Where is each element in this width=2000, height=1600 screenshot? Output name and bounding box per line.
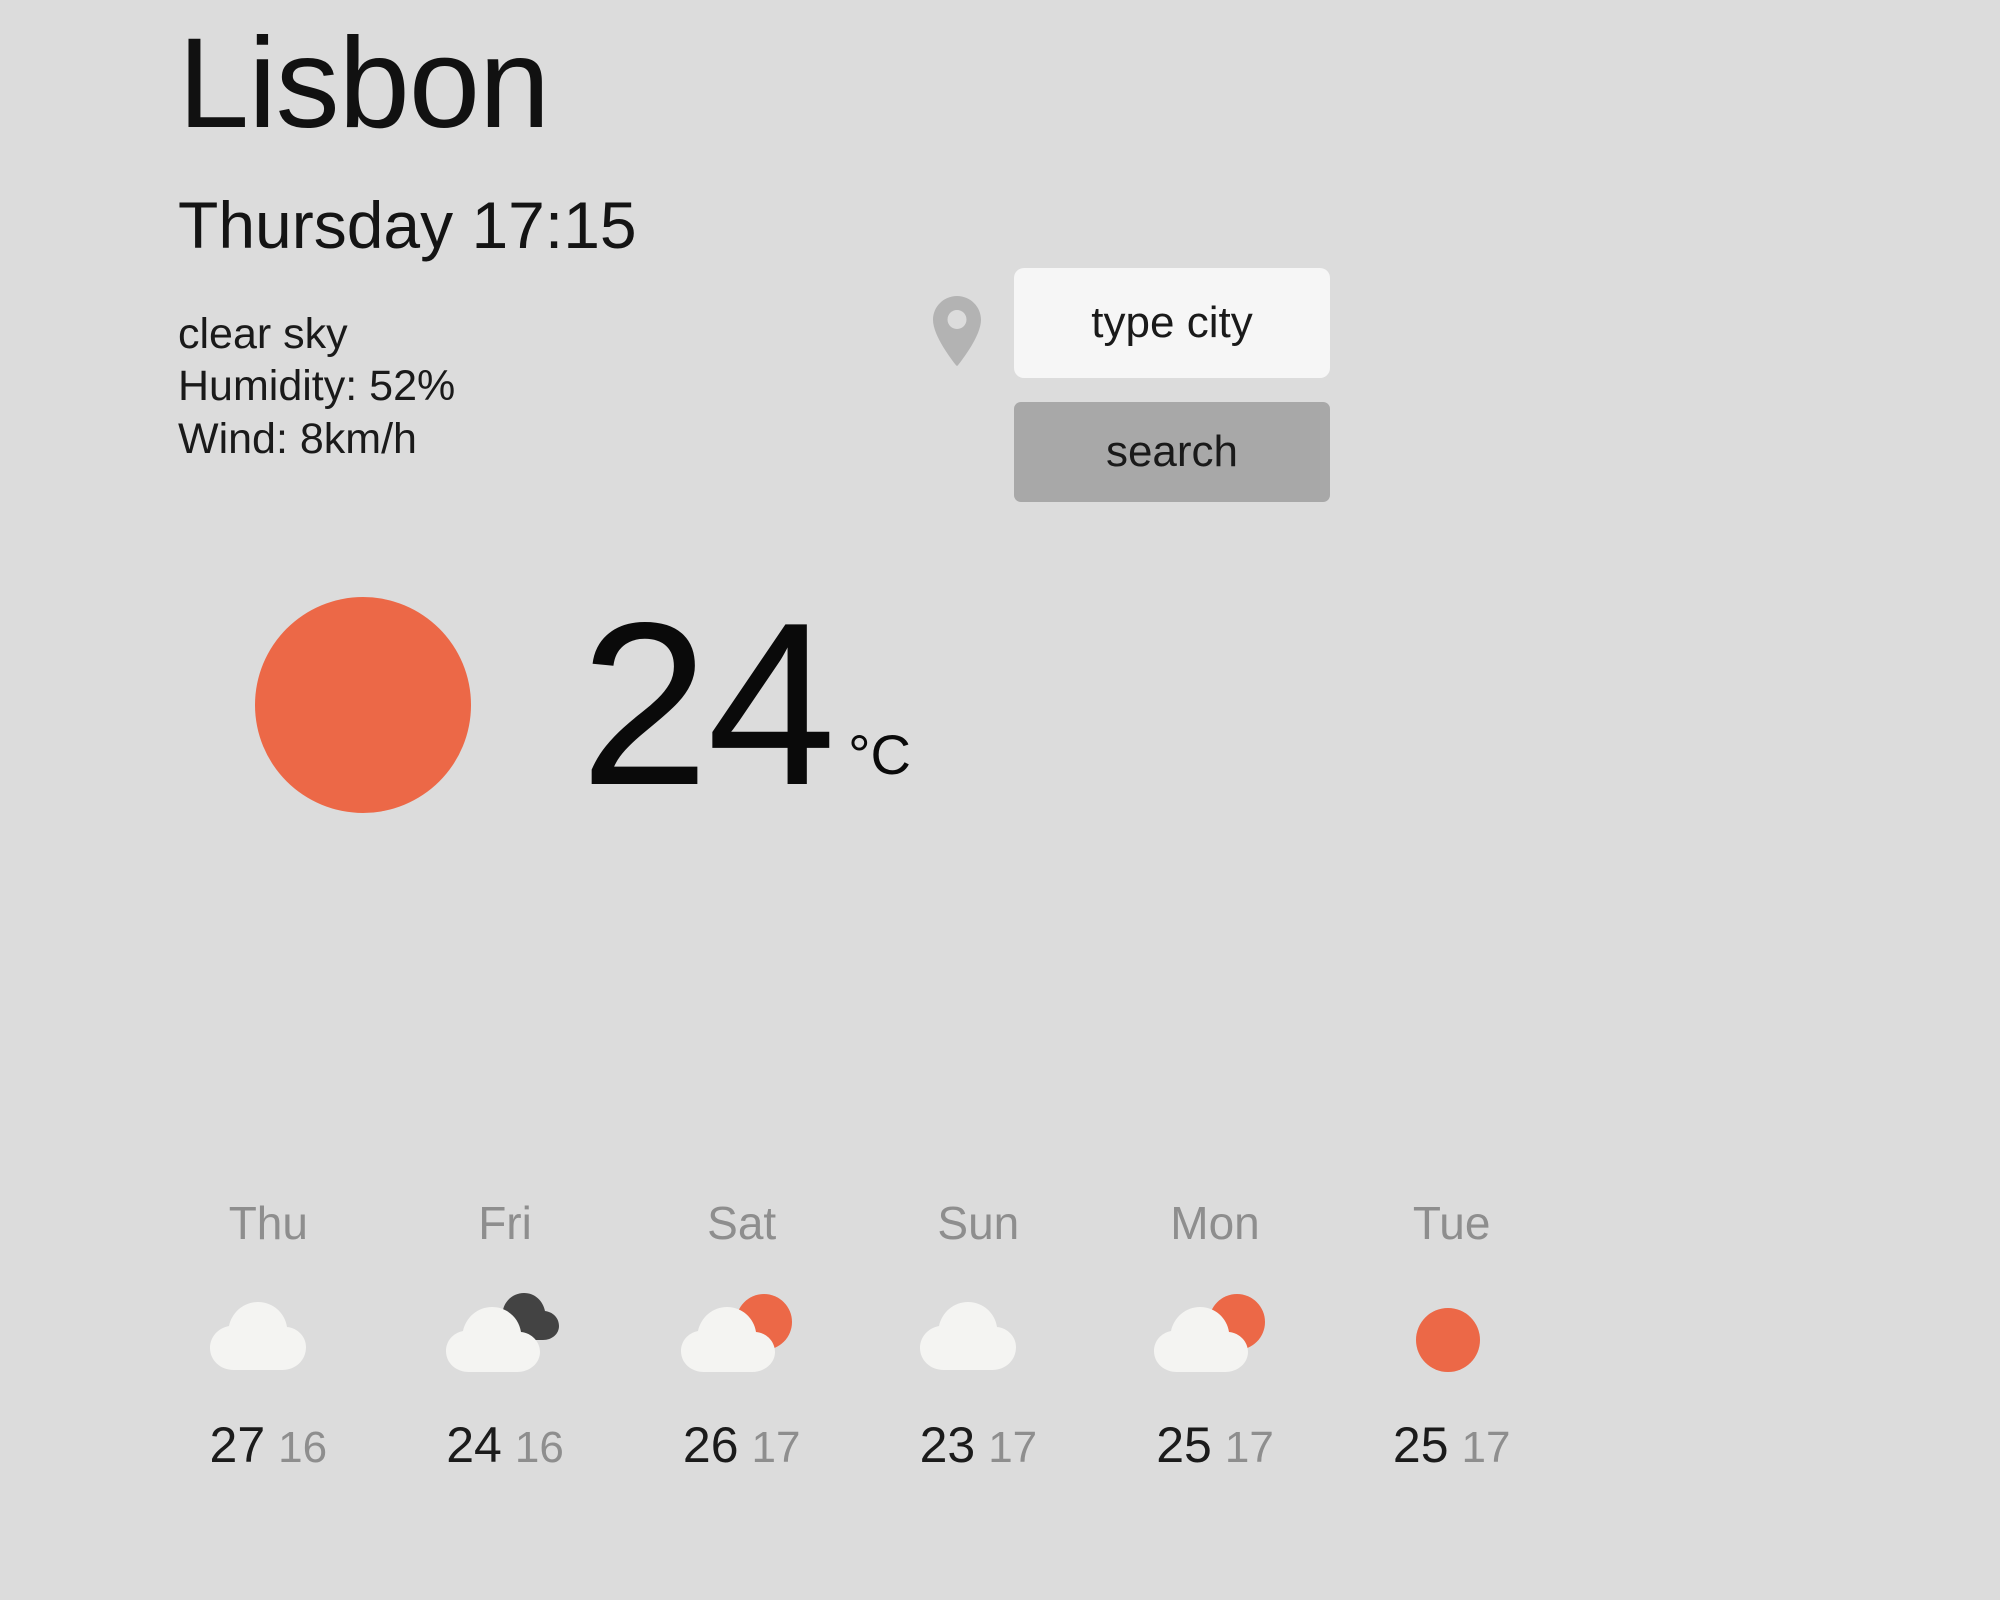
forecast-temps: 25 17	[1393, 1420, 1511, 1470]
forecast-high: 23	[919, 1417, 976, 1473]
current-temperature: 24	[580, 575, 836, 835]
forecast-day-4[interactable]: Mon 25 17	[1097, 1200, 1334, 1470]
wind-label: Wind: 8km/h	[178, 414, 417, 463]
forecast-day-label: Sat	[707, 1197, 777, 1249]
forecast-low: 17	[1461, 1423, 1511, 1472]
cloud-sun-icon	[672, 1286, 812, 1382]
clouds-broken-icon	[435, 1286, 575, 1382]
forecast-high: 24	[446, 1417, 502, 1473]
condition-details: clear sky Humidity: 52% Wind: 8km/h	[178, 308, 938, 465]
current-conditions: 24 °C	[248, 575, 911, 835]
forecast-day-label: Thu	[228, 1197, 308, 1249]
forecast-day-label: Fri	[478, 1197, 532, 1249]
cloud-icon	[908, 1286, 1048, 1382]
forecast-temps: 26 17	[683, 1420, 801, 1470]
sun-disc	[255, 597, 471, 813]
current-temperature-group: 24 °C	[580, 575, 911, 835]
temperature-unit: °C	[848, 722, 911, 786]
search-area: search	[930, 268, 1330, 502]
forecast-day-label: Tue	[1412, 1197, 1491, 1249]
forecast-temps: 25 17	[1156, 1420, 1274, 1470]
forecast-day-1[interactable]: Fri 24 16	[387, 1200, 624, 1470]
forecast-day-0[interactable]: Thu 27 16	[150, 1200, 387, 1470]
forecast-day-label: Mon	[1170, 1197, 1260, 1249]
humidity-label: Humidity: 52%	[178, 362, 456, 411]
forecast-high: 25	[1156, 1417, 1212, 1473]
cloud-icon	[198, 1286, 338, 1382]
forecast-high: 25	[1392, 1417, 1449, 1473]
sun-icon	[248, 590, 478, 820]
forecast-high: 26	[682, 1417, 739, 1473]
weather-app: Lisbon Thursday 17:15 clear sky Humidity…	[0, 0, 2000, 1600]
forecast-low: 16	[278, 1423, 328, 1472]
cloud-sun-icon	[1145, 1286, 1285, 1382]
date-time-label: Thursday 17:15	[178, 188, 637, 262]
forecast-low: 17	[1224, 1423, 1274, 1472]
forecast-temps: 27 16	[210, 1420, 328, 1470]
forecast-day-3[interactable]: Sun 23 17	[860, 1200, 1097, 1470]
forecast-low: 17	[988, 1423, 1038, 1472]
forecast-row: Thu 27 16 Fri 24 16 Sat 26 17 Sun 23 17 …	[150, 1200, 1570, 1470]
forecast-low: 17	[751, 1423, 801, 1472]
forecast-low: 16	[514, 1423, 564, 1472]
search-button[interactable]: search	[1014, 402, 1330, 502]
forecast-day-2[interactable]: Sat 26 17	[623, 1200, 860, 1470]
forecast-temps: 24 16	[446, 1420, 564, 1470]
location-pin-icon	[930, 294, 984, 368]
page-title: Lisbon	[178, 12, 550, 155]
condition-description: clear sky	[178, 310, 348, 358]
city-search-input[interactable]	[1014, 268, 1330, 378]
forecast-temps: 23 17	[920, 1420, 1038, 1470]
forecast-day-label: Sun	[937, 1197, 1020, 1249]
search-fields: search	[1014, 268, 1330, 502]
forecast-day-5[interactable]: Tue 25 17	[1333, 1200, 1570, 1470]
forecast-high: 27	[209, 1417, 266, 1473]
header: Lisbon Thursday 17:15 clear sky Humidity…	[178, 20, 938, 465]
sun-icon	[1382, 1286, 1522, 1382]
